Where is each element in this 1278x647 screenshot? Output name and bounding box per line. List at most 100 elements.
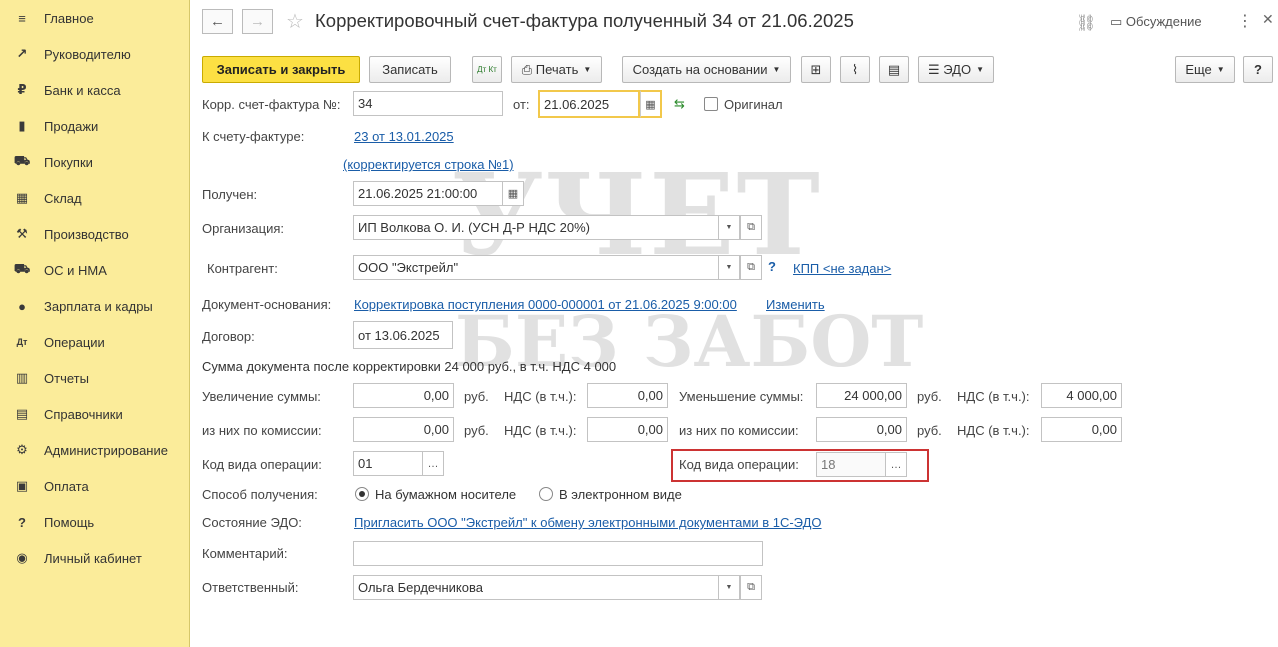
page-title: Корректировочный счет-фактура полученный…	[315, 10, 854, 31]
sidebar-item-operations[interactable]: Дт Операции	[0, 324, 190, 360]
truck-icon: ⛟	[13, 261, 31, 276]
back-button[interactable]: ←	[202, 9, 233, 34]
print-button[interactable]: ⎙ Печать ▼	[511, 56, 602, 83]
op-code-select-button[interactable]: …	[422, 451, 444, 476]
sidebar-item-account[interactable]: ◉ Личный кабинет	[0, 540, 190, 576]
sidebar-item-production[interactable]: ⚒ Производство	[0, 216, 190, 252]
commission-increase-field[interactable]: 0,00	[353, 417, 454, 442]
sidebar-item-label: Склад	[44, 190, 82, 206]
sidebar-item-purchases[interactable]: ⛟ Покупки	[0, 144, 190, 180]
link-icon[interactable]: ⛓	[1076, 13, 1096, 33]
sidebar-item-bank[interactable]: ₽ Банк и касса	[0, 72, 190, 108]
organization-field[interactable]: ИП Волкова О. И. (УСН Д-Р НДС 20%)	[353, 215, 719, 240]
caret-down-icon: ▼	[725, 224, 733, 231]
decrease-label: Уменьшение суммы:	[679, 389, 804, 404]
sidebar-item-assets[interactable]: ⛟ ОС и НМА	[0, 252, 190, 288]
change-basis-link[interactable]: Изменить	[766, 297, 825, 312]
sidebar-item-warehouse[interactable]: ▦ Склад	[0, 180, 190, 216]
edo-invite-link[interactable]: Пригласить ООО "Экстрейл" к обмену элект…	[354, 515, 822, 530]
corrected-line-link[interactable]: (корректируется строка №1)	[343, 157, 514, 172]
electronic-option-label: В электронном виде	[559, 487, 682, 502]
counterparty-dropdown-button[interactable]: ▼	[718, 255, 740, 280]
sidebar-item-label: Помощь	[44, 514, 95, 530]
sidebar-item-salary[interactable]: ● Зарплата и кадры	[0, 288, 190, 324]
increase-sum-field[interactable]: 0,00	[353, 383, 454, 408]
caret-down-icon: ▼	[1216, 65, 1225, 74]
contract-field[interactable]: от 13.06.2025	[353, 321, 453, 349]
op-code-field[interactable]: 01	[353, 451, 423, 476]
vat-label: НДС (в т.ч.):	[504, 389, 577, 404]
attach-button[interactable]: ⌇	[840, 56, 870, 83]
create-based-button[interactable]: Создать на основании ▼	[622, 56, 791, 83]
org-dropdown-button[interactable]: ▼	[718, 215, 740, 240]
open-icon: ⧉	[747, 221, 755, 233]
commission-decrease-vat-field[interactable]: 0,00	[1041, 417, 1122, 442]
kpp-link[interactable]: КПП <не задан>	[793, 261, 891, 276]
help-button[interactable]: ?	[1243, 56, 1273, 83]
more-vertical-icon[interactable]: ⋮	[1237, 11, 1253, 31]
decrease-vat-field[interactable]: 4 000,00	[1041, 383, 1122, 408]
from-date-field[interactable]: 21.06.2025	[538, 90, 640, 118]
more-button[interactable]: Еще ▼	[1175, 56, 1235, 83]
question-icon[interactable]: ?	[768, 259, 776, 274]
edo-state-label: Состояние ЭДО:	[202, 515, 302, 530]
favorite-star-icon[interactable]: ☆	[286, 9, 304, 34]
calendar-icon: ▦	[507, 188, 519, 200]
op-code-label: Код вида операции:	[202, 457, 322, 472]
rub-label: руб.	[464, 423, 489, 438]
received-datetime-field[interactable]: 21.06.2025 21:00:00	[353, 181, 503, 206]
structure-button[interactable]: ⊞	[801, 56, 831, 83]
sidebar-item-reports[interactable]: ▥ Отчеты	[0, 360, 190, 396]
op-code-select-button[interactable]: …	[885, 452, 907, 477]
original-checkbox[interactable]	[704, 97, 718, 111]
save-close-button[interactable]: Записать и закрыть	[202, 56, 360, 83]
commission-decrease-field[interactable]: 0,00	[816, 417, 907, 442]
cart-icon: ⛟	[13, 153, 31, 168]
edo-status-icon[interactable]: ⇆	[674, 96, 685, 112]
save-button[interactable]: Записать	[369, 56, 451, 83]
counterparty-field[interactable]: ООО "Экстрейл"	[353, 255, 719, 280]
responsible-dropdown-button[interactable]: ▼	[718, 575, 740, 600]
edo-button[interactable]: ☰ ЭДО ▼	[918, 56, 994, 83]
corr-invoice-number-field[interactable]: 34	[353, 91, 503, 116]
sidebar-item-manager[interactable]: ↗ Руководителю	[0, 36, 190, 72]
to-invoice-link[interactable]: 23 от 13.01.2025	[354, 129, 454, 144]
factory-icon: ⚒	[16, 226, 28, 241]
dt-kt-icon: Дт Кт	[477, 64, 497, 74]
rub-label: руб.	[917, 389, 942, 404]
paper-radio[interactable]	[355, 487, 369, 501]
calendar-button[interactable]: ▦	[640, 90, 662, 118]
responsible-field[interactable]: Ольга Бердечникова	[353, 575, 719, 600]
basis-document-link[interactable]: Корректировка поступления 0000-000001 от…	[354, 297, 737, 312]
increase-vat-field[interactable]: 0,00	[587, 383, 668, 408]
arrow-right-icon: →	[250, 13, 265, 30]
electronic-radio[interactable]	[539, 487, 553, 501]
sidebar-item-admin[interactable]: ⚙ Администрирование	[0, 432, 190, 468]
calendar-button[interactable]: ▦	[502, 181, 524, 206]
sidebar-item-payment[interactable]: ▣ Оплата	[0, 468, 190, 504]
printer-icon: ⎙	[521, 61, 536, 77]
close-icon[interactable]: ✕	[1262, 11, 1274, 28]
sidebar-item-label: Главное	[44, 10, 94, 26]
receipt-method-label: Способ получения:	[202, 487, 318, 502]
op-code-field-right[interactable]: 18	[816, 452, 886, 477]
caret-down-icon: ▼	[725, 584, 733, 591]
ruble-icon: ₽	[17, 82, 27, 97]
sidebar-item-help[interactable]: ? Помощь	[0, 504, 190, 540]
sidebar-item-main[interactable]: ≡ Главное	[0, 0, 190, 36]
sidebar-item-label: Производство	[44, 226, 129, 242]
document-button[interactable]: ▤	[879, 56, 909, 83]
responsible-open-button[interactable]: ⧉	[740, 575, 762, 600]
menu-icon: ≡	[18, 10, 26, 26]
discussion-button[interactable]: ▭ Обсуждение	[1110, 14, 1202, 30]
commission-increase-vat-field[interactable]: 0,00	[587, 417, 668, 442]
commission-label: из них по комиссии:	[679, 423, 799, 438]
org-open-button[interactable]: ⧉	[740, 215, 762, 240]
sidebar-item-sales[interactable]: ▮ Продажи	[0, 108, 190, 144]
forward-button[interactable]: →	[242, 9, 273, 34]
sidebar-item-references[interactable]: ▤ Справочники	[0, 396, 190, 432]
decrease-sum-field[interactable]: 24 000,00	[816, 383, 907, 408]
comment-field[interactable]	[353, 541, 763, 566]
counterparty-open-button[interactable]: ⧉	[740, 255, 762, 280]
dt-kt-button[interactable]: Дт Кт	[472, 56, 502, 83]
